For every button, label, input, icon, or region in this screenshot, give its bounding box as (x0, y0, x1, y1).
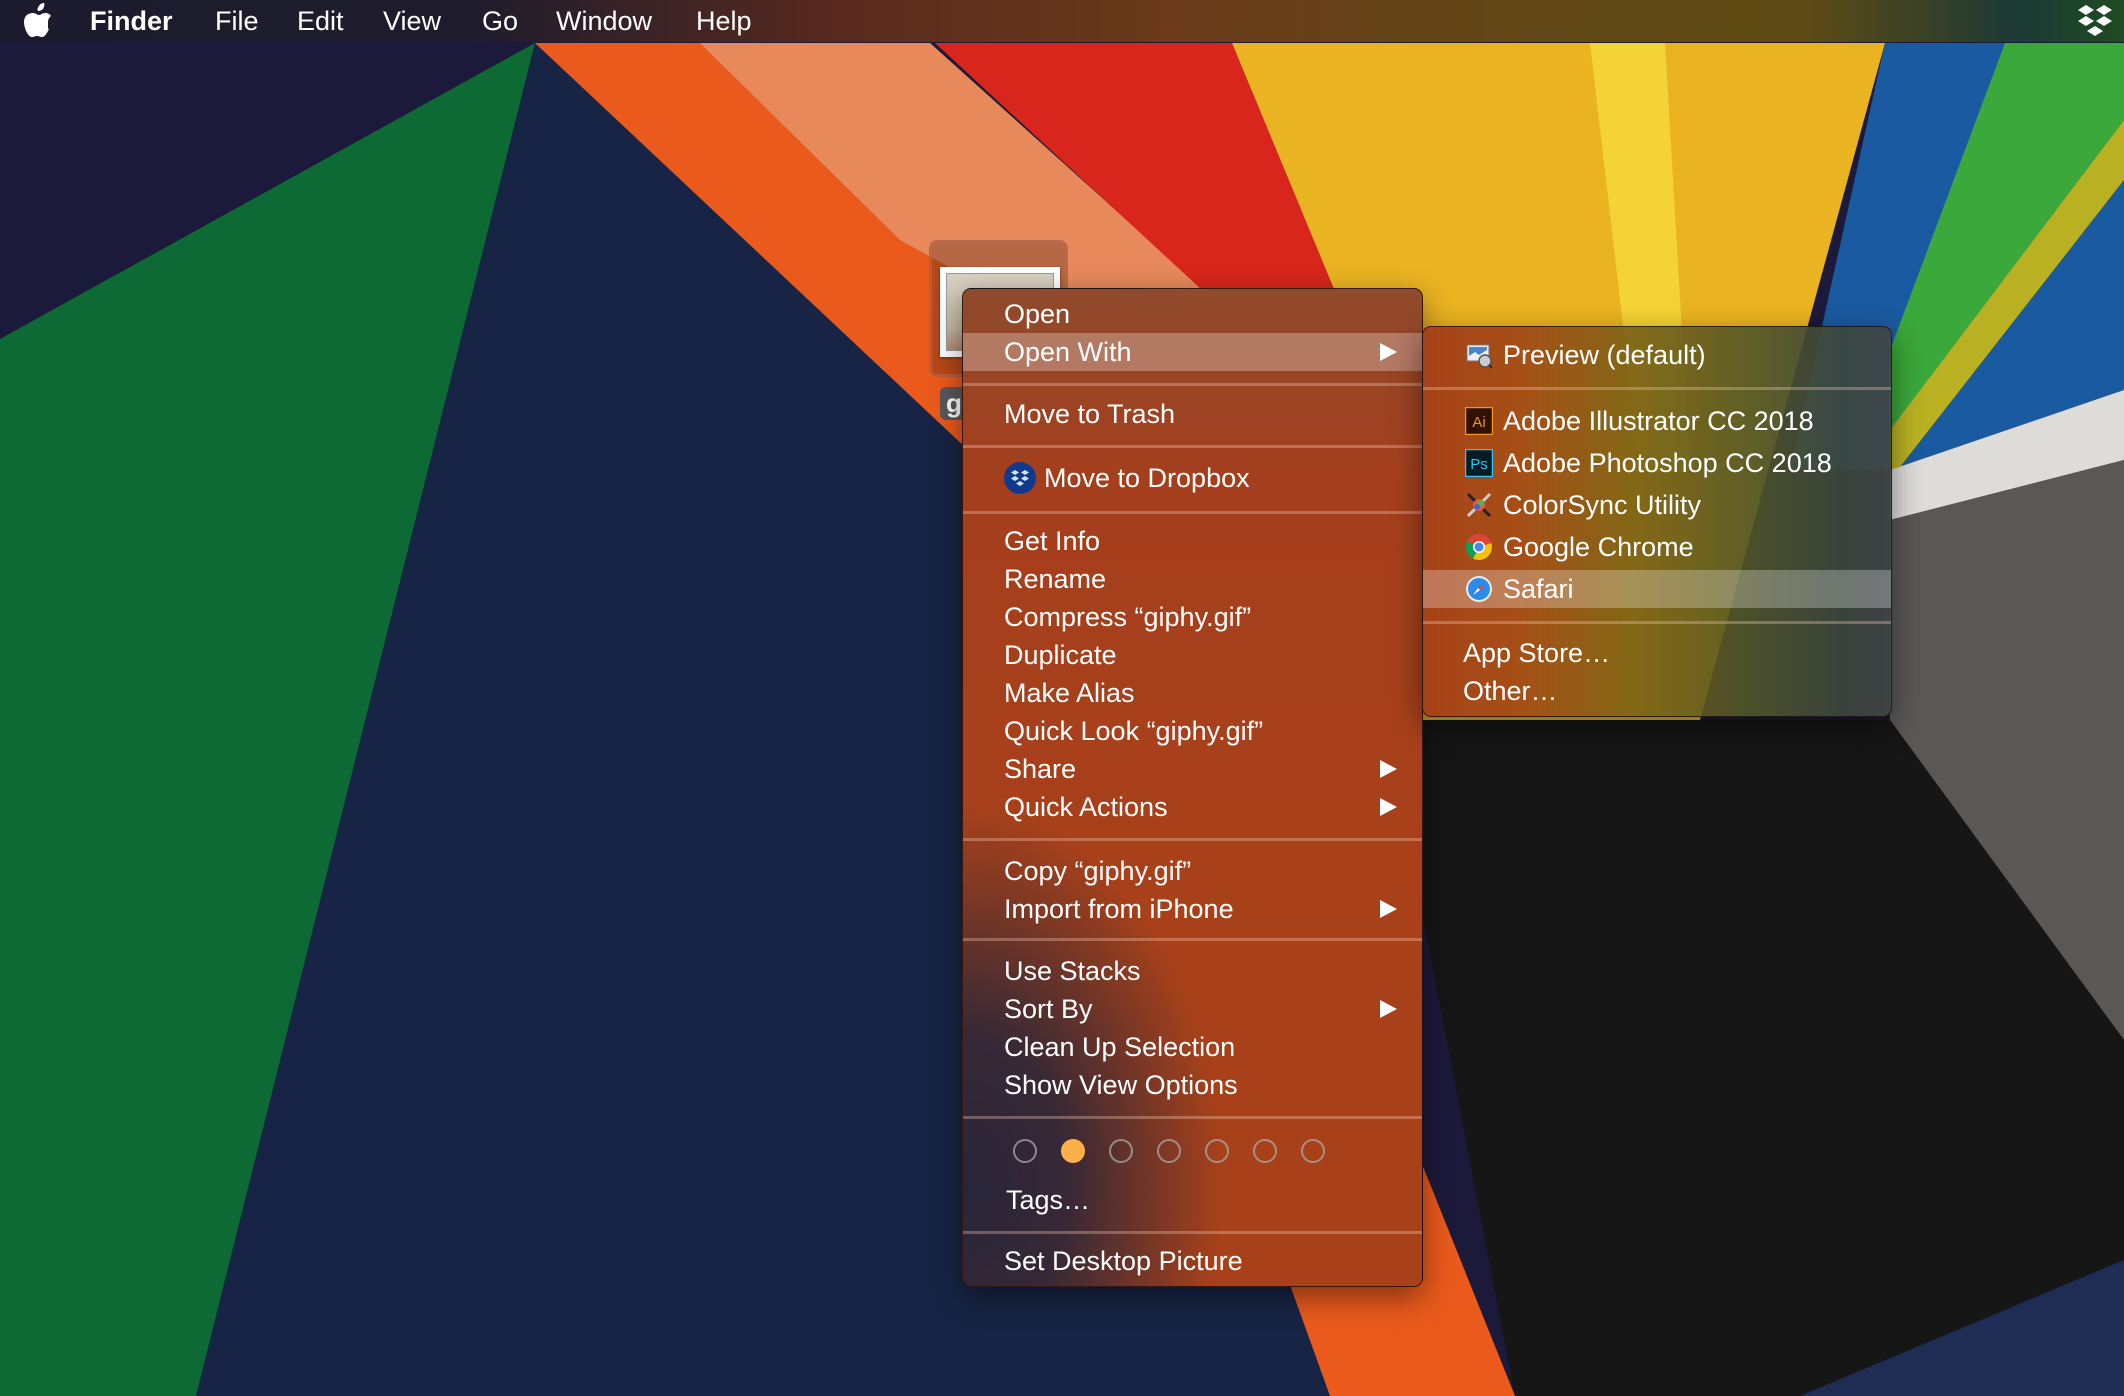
app-item-label: Adobe Illustrator CC 2018 (1503, 406, 1814, 436)
menu-separator (1423, 621, 1891, 624)
menu-item-label: Sort By (1004, 994, 1093, 1024)
menu-window[interactable]: Window (556, 0, 652, 42)
dropbox-icon (1004, 462, 1036, 494)
submenu-arrow-icon (1380, 343, 1397, 361)
menu-item-label: Duplicate (1004, 640, 1117, 670)
menu-file[interactable]: File (215, 0, 259, 42)
submenu-arrow-icon (1380, 900, 1397, 918)
tag-dot-none[interactable] (1253, 1139, 1277, 1163)
apple-menu-icon[interactable] (22, 3, 54, 39)
menu-item-quick-actions[interactable]: Quick Actions (963, 788, 1422, 826)
menu-separator (1423, 387, 1891, 390)
app-item-label: ColorSync Utility (1503, 490, 1702, 520)
menu-view[interactable]: View (383, 0, 441, 42)
menu-item-label: Open With (1004, 337, 1132, 367)
open-with-submenu: Preview (default) Ai Adobe Illustrator C… (1422, 326, 1892, 717)
menu-item-label: Clean Up Selection (1004, 1032, 1236, 1062)
app-item-label: Other… (1463, 676, 1558, 706)
menu-item-make-alias[interactable]: Make Alias (963, 674, 1422, 712)
menu-item-get-info[interactable]: Get Info (963, 522, 1422, 560)
menu-item-open-with[interactable]: Open With (963, 333, 1422, 371)
menu-item-sort-by[interactable]: Sort By (963, 990, 1422, 1028)
app-item-preview[interactable]: Preview (default) (1423, 336, 1891, 374)
menu-item-label: Set Desktop Picture (1004, 1246, 1243, 1276)
menu-item-label: Move to Trash (1004, 399, 1176, 429)
menu-separator (963, 938, 1422, 941)
menu-item-rename[interactable]: Rename (963, 560, 1422, 598)
app-item-safari[interactable]: Safari (1423, 570, 1891, 608)
menu-item-copy[interactable]: Copy “giphy.gif” (963, 852, 1422, 890)
tag-dot-none[interactable] (1157, 1139, 1181, 1163)
menu-item-use-stacks[interactable]: Use Stacks (963, 952, 1422, 990)
menu-separator (963, 383, 1422, 386)
dropbox-icon[interactable] (2076, 4, 2114, 38)
menu-item-label: Move to Dropbox (1044, 463, 1250, 493)
menu-item-label: Rename (1004, 564, 1107, 594)
menu-item-set-desktop-picture[interactable]: Set Desktop Picture (963, 1242, 1422, 1280)
submenu-arrow-icon (1380, 1000, 1397, 1018)
svg-text:Ps: Ps (1470, 456, 1488, 473)
menu-help[interactable]: Help (696, 0, 752, 42)
tag-dot-none[interactable] (1013, 1139, 1037, 1163)
menu-item-import-from-iphone[interactable]: Import from iPhone (963, 890, 1422, 928)
app-item-label: Adobe Photoshop CC 2018 (1503, 448, 1832, 478)
app-item-label: Google Chrome (1503, 532, 1694, 562)
menu-item-label: Tags… (1006, 1185, 1091, 1215)
menu-item-move-to-trash[interactable]: Move to Trash (963, 395, 1422, 433)
menu-item-label: Import from iPhone (1004, 894, 1234, 924)
app-item-label: Safari (1503, 574, 1574, 604)
submenu-arrow-icon (1380, 798, 1397, 816)
app-item-photoshop[interactable]: Ps Adobe Photoshop CC 2018 (1423, 444, 1891, 482)
tag-dot-none[interactable] (1109, 1139, 1133, 1163)
tag-dot-orange[interactable] (1061, 1139, 1085, 1163)
menu-item-show-view-options[interactable]: Show View Options (963, 1066, 1422, 1104)
app-item-app-store[interactable]: App Store… (1423, 634, 1891, 672)
app-item-illustrator[interactable]: Ai Adobe Illustrator CC 2018 (1423, 402, 1891, 440)
menu-separator (963, 511, 1422, 514)
menu-item-move-to-dropbox[interactable]: Move to Dropbox (963, 459, 1422, 497)
menu-separator (963, 838, 1422, 841)
tag-dot-none[interactable] (1301, 1139, 1325, 1163)
menu-item-label: Use Stacks (1004, 956, 1141, 986)
menu-item-label: Get Info (1004, 526, 1101, 556)
menu-separator (963, 1231, 1422, 1234)
app-item-colorsync[interactable]: ColorSync Utility (1423, 486, 1891, 524)
app-item-chrome[interactable]: Google Chrome (1423, 528, 1891, 566)
menu-item-clean-up-selection[interactable]: Clean Up Selection (963, 1028, 1422, 1066)
menu-item-label: Make Alias (1004, 678, 1135, 708)
menu-item-compress[interactable]: Compress “giphy.gif” (963, 598, 1422, 636)
menu-item-label: Share (1004, 754, 1077, 784)
menu-item-label: Quick Actions (1004, 792, 1168, 822)
preview-icon (1466, 344, 1493, 369)
menu-item-label: Quick Look “giphy.gif” (1004, 716, 1264, 746)
chrome-icon (1465, 534, 1492, 561)
photoshop-icon: Ps (1465, 449, 1493, 477)
app-item-label: Preview (default) (1503, 340, 1706, 370)
menu-item-label: Copy “giphy.gif” (1004, 856, 1192, 886)
tag-dot-none[interactable] (1205, 1139, 1229, 1163)
menu-bar: Finder File Edit View Go Window Help (0, 0, 2124, 42)
svg-text:Ai: Ai (1472, 414, 1485, 431)
submenu-arrow-icon (1380, 760, 1397, 778)
context-menu: Open Open With Move to Trash Move to Dro… (962, 288, 1423, 1287)
menu-item-quick-look[interactable]: Quick Look “giphy.gif” (963, 712, 1422, 750)
safari-icon (1466, 576, 1492, 602)
menu-item-share[interactable]: Share (963, 750, 1422, 788)
menu-separator (963, 1116, 1422, 1119)
menu-item-duplicate[interactable]: Duplicate (963, 636, 1422, 674)
menu-item-open[interactable]: Open (963, 295, 1422, 333)
menu-item-label: Compress “giphy.gif” (1004, 602, 1252, 632)
colorsync-icon (1466, 492, 1492, 518)
menu-item-label: Open (1004, 299, 1071, 329)
app-item-label: App Store… (1463, 638, 1611, 668)
menu-item-tags[interactable]: Tags… (963, 1181, 1422, 1219)
menu-item-label: Show View Options (1004, 1070, 1238, 1100)
app-item-other[interactable]: Other… (1423, 672, 1891, 710)
menu-separator (963, 445, 1422, 448)
menu-edit[interactable]: Edit (297, 0, 344, 42)
illustrator-icon: Ai (1465, 407, 1493, 435)
menu-finder[interactable]: Finder (90, 0, 173, 42)
menu-go[interactable]: Go (482, 0, 518, 42)
